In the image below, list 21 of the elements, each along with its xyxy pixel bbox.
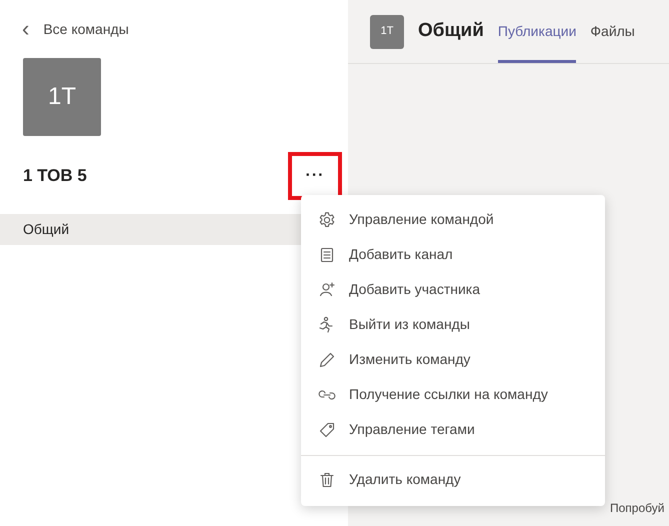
menu-item[interactable]: Выйти из команды — [301, 307, 605, 342]
back-link[interactable]: ‹ Все команды — [22, 18, 129, 40]
menu-item[interactable]: Добавить участника — [301, 272, 605, 307]
trash-icon — [318, 470, 336, 488]
team-name: 1 ТОВ 5 — [23, 165, 87, 188]
menu-item[interactable]: Изменить команду — [301, 342, 605, 377]
pencil-icon — [318, 350, 336, 368]
channel-title: Общий — [418, 19, 484, 44]
list-icon — [318, 246, 336, 264]
channel-avatar: 1T — [370, 14, 404, 48]
tag-icon — [318, 420, 336, 438]
menu-item[interactable]: Управление тегами — [301, 412, 605, 447]
back-icon: ‹ — [22, 18, 30, 40]
tab[interactable]: Файлы — [590, 0, 635, 63]
menu-item[interactable]: Удалить команду — [301, 462, 605, 497]
menu-item[interactable]: Получение ссылки на команду — [301, 377, 605, 412]
tab[interactable]: Публикации — [498, 0, 576, 63]
team-avatar: 1T — [23, 58, 101, 136]
gear-icon — [318, 210, 336, 228]
hint-text: Попробуй — [610, 500, 664, 517]
person-add-icon — [318, 280, 336, 298]
